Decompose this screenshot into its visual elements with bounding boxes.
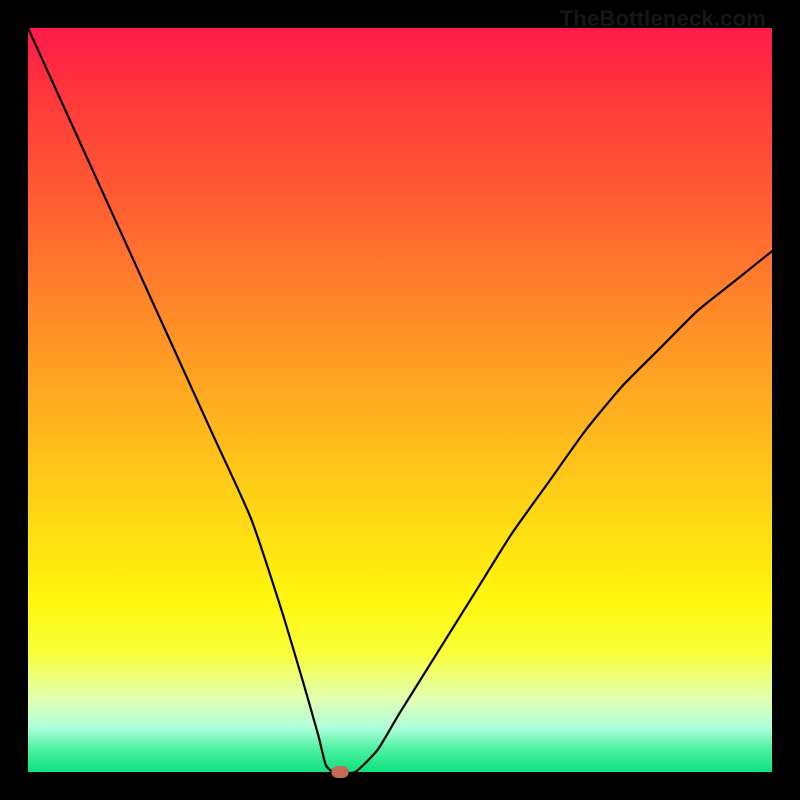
optimal-point-marker: [332, 766, 349, 778]
plot-area: [28, 28, 772, 772]
chart-frame: TheBottleneck.com: [0, 0, 800, 800]
bottleneck-curve-path: [28, 28, 772, 773]
curve-svg: [28, 28, 772, 772]
